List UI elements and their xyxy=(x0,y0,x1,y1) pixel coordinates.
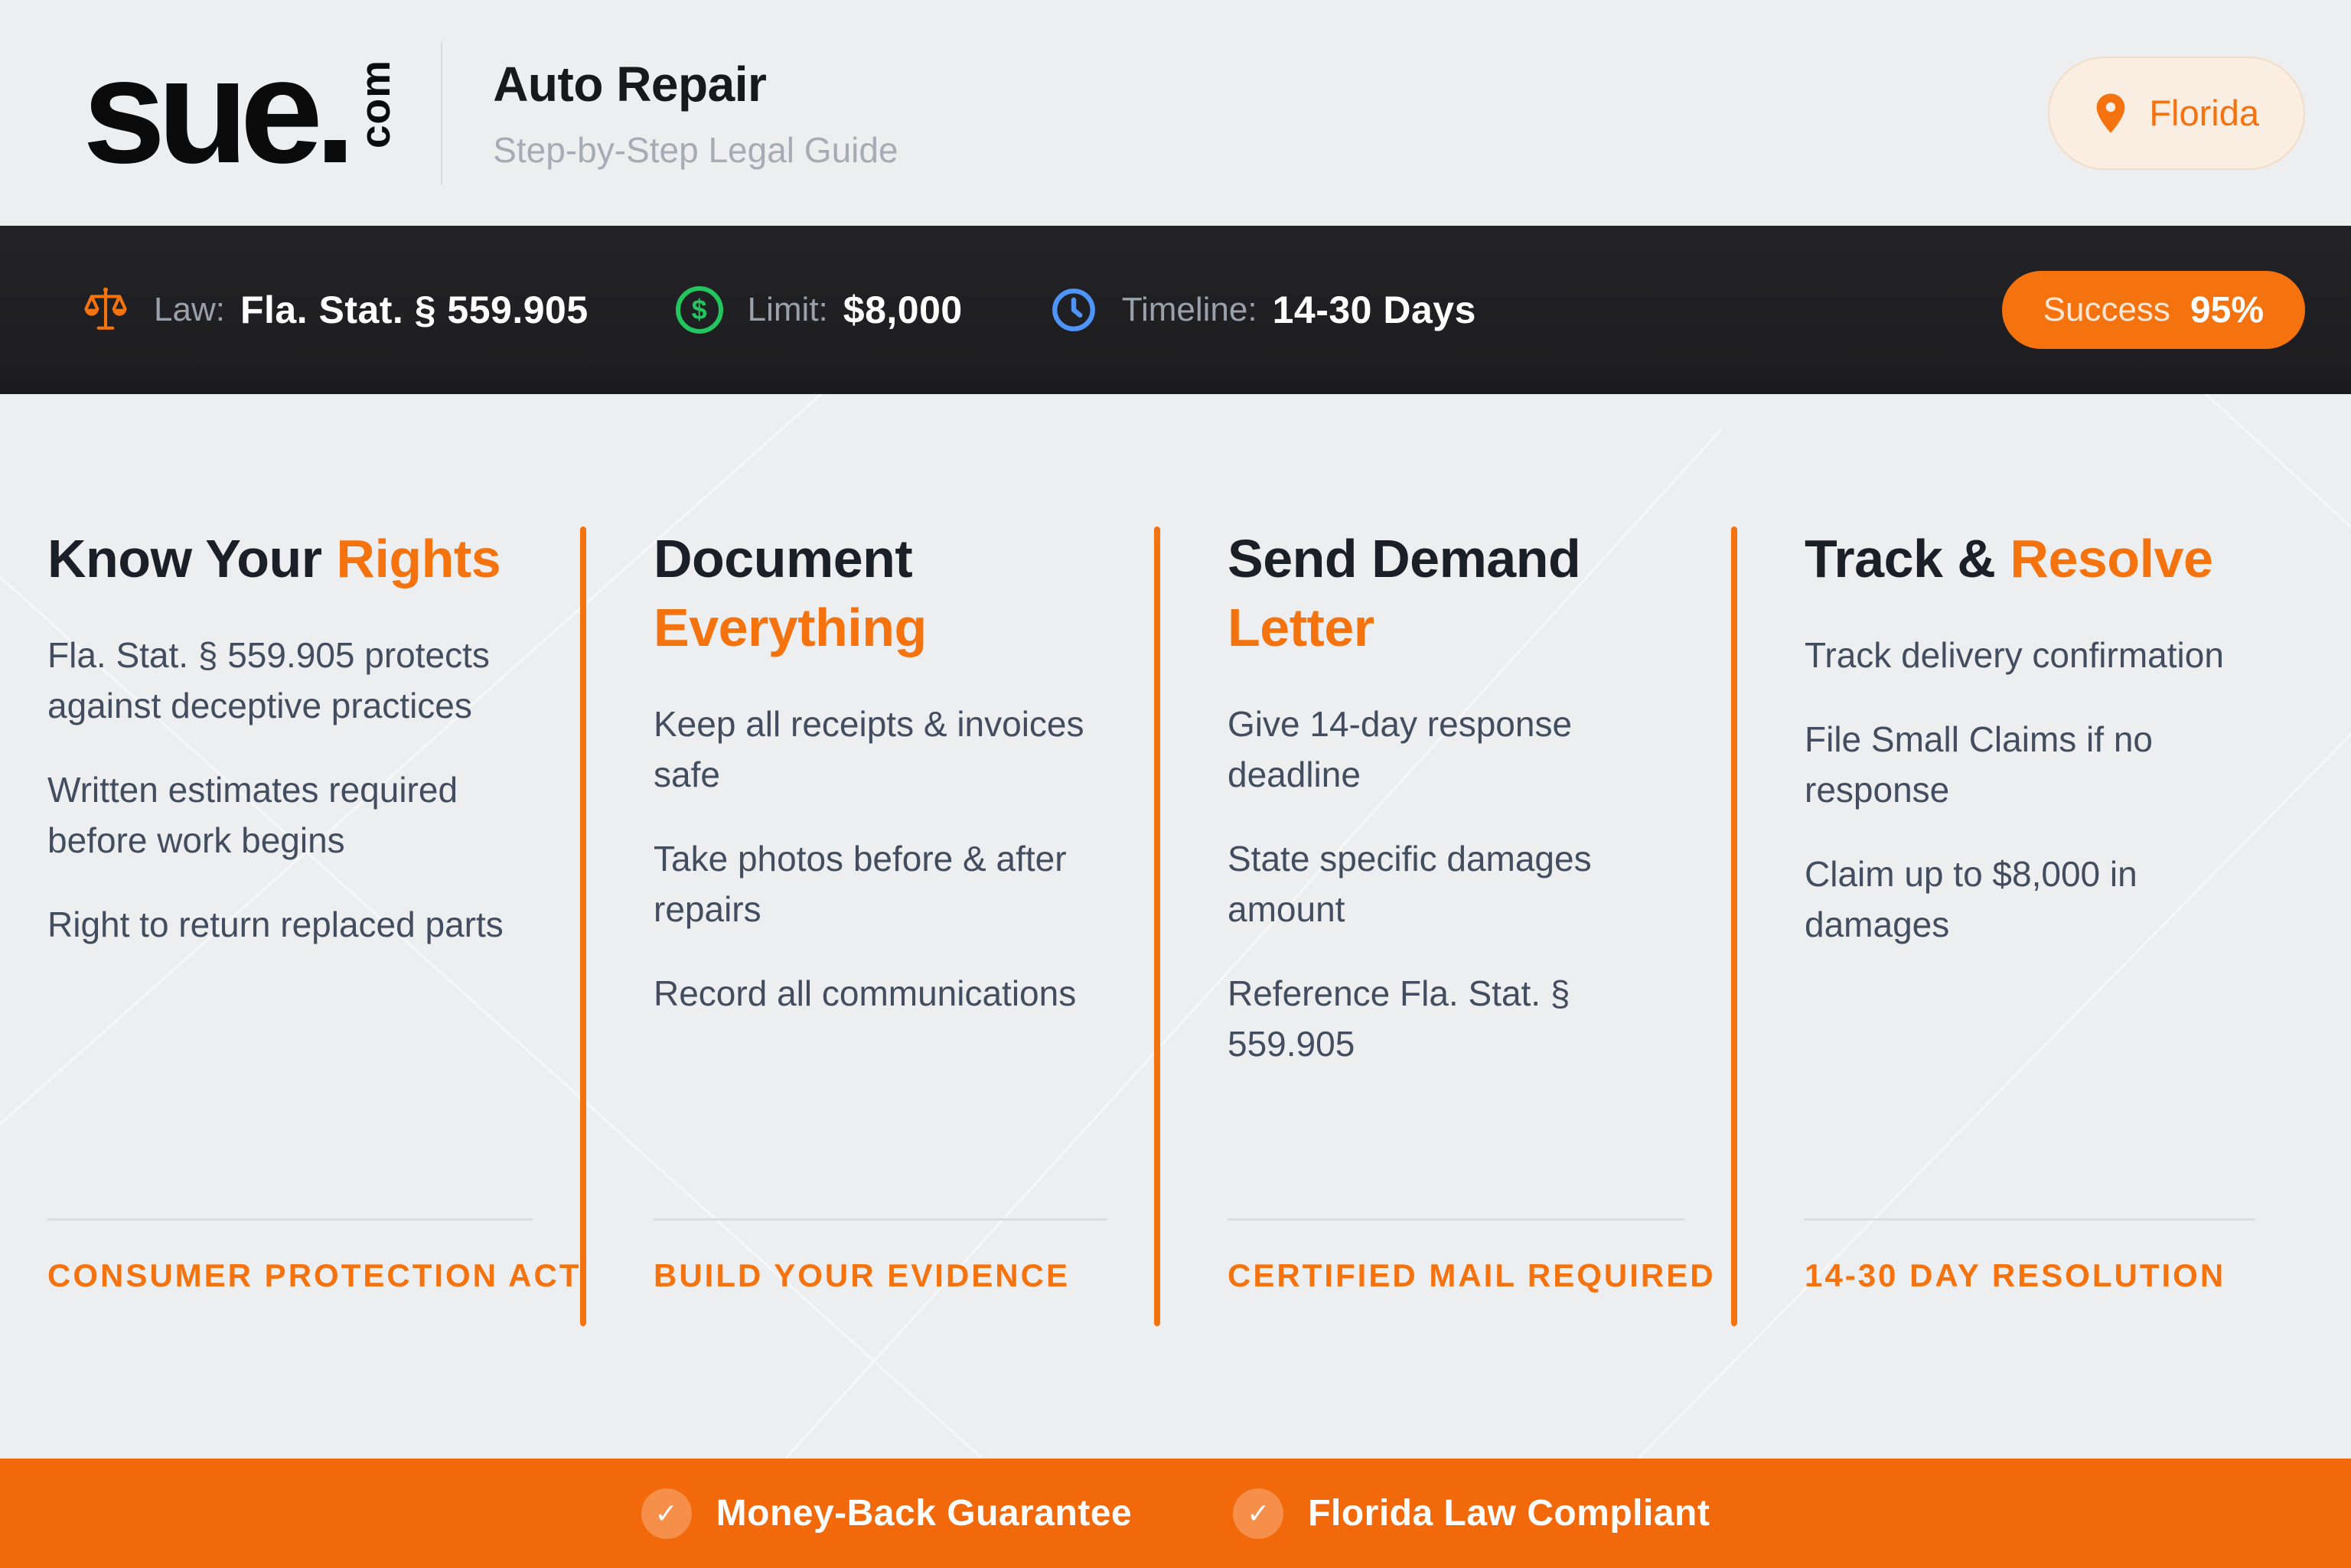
list-item: Written estimates required before work b… xyxy=(47,770,458,860)
limit-value: $8,000 xyxy=(843,288,963,331)
footer-guarantee-label: Money-Back Guarantee xyxy=(716,1493,1133,1534)
column-items: Fla. Stat. § 559.905 protects against de… xyxy=(47,630,583,950)
list-item: File Small Claims if no response xyxy=(1805,719,2153,810)
location-badge-label: Florida xyxy=(2149,93,2259,133)
column-title: Document Everything xyxy=(654,524,1157,662)
list-item: State specific damages amount xyxy=(1228,839,1592,929)
footer-rule xyxy=(47,1218,533,1221)
footer-compliance: ✓ Florida Law Compliant xyxy=(1233,1488,1710,1539)
column-title-accent: Everything xyxy=(654,598,927,657)
footer-rule xyxy=(1228,1218,1685,1221)
column-items: Track delivery confirmation File Small C… xyxy=(1805,630,2304,950)
column-items: Give 14-day response deadline State spec… xyxy=(1228,699,1734,1069)
footer-bar: ✓ Money-Back Guarantee ✓ Florida Law Com… xyxy=(0,1459,2351,1568)
dollar-icon: $ xyxy=(674,285,725,335)
column-send-demand-letter: Send Demand Letter Give 14-day response d… xyxy=(1154,394,1734,1459)
timeline-value: 14-30 Days xyxy=(1272,288,1476,331)
logo-com-vertical: com xyxy=(351,60,399,149)
success-badge-label: Success xyxy=(2043,291,2170,328)
stat-timeline: Timeline: 14-30 Days xyxy=(1048,285,1476,335)
column-footer-label: BUILD YOUR EVIDENCE xyxy=(654,1257,1070,1293)
list-item: Claim up to $8,000 in damages xyxy=(1805,854,2137,944)
column-title: Send Demand Letter xyxy=(1228,524,1734,662)
footer-rule xyxy=(1805,1218,2255,1221)
column-title: Track & Resolve xyxy=(1805,529,2213,588)
footer-guarantee: ✓ Money-Back Guarantee xyxy=(641,1488,1133,1539)
list-item: Take photos before & after repairs xyxy=(654,839,1067,929)
check-icon: ✓ xyxy=(641,1488,692,1539)
footer-compliance-label: Florida Law Compliant xyxy=(1308,1493,1710,1534)
list-item: Keep all receipts & invoices safe xyxy=(654,704,1084,794)
column-footer: 14-30 DAY RESOLUTION xyxy=(1805,1218,2273,1294)
footer-rule xyxy=(654,1218,1108,1221)
scales-icon xyxy=(80,285,131,335)
column-footer-label: 14-30 DAY RESOLUTION xyxy=(1805,1257,2226,1293)
column-title-accent: Resolve xyxy=(2010,529,2213,588)
column-items: Keep all receipts & invoices safe Take p… xyxy=(654,699,1157,1019)
column-title-accent: Rights xyxy=(336,529,501,588)
check-icon: ✓ xyxy=(1233,1488,1284,1539)
timeline-label: Timeline: xyxy=(1121,291,1257,328)
page-title: Auto Repair xyxy=(493,56,767,112)
column-document-everything: Document Everything Keep all receipts & i… xyxy=(580,394,1157,1459)
header: sue. com Auto Repair Step-by-Step Legal … xyxy=(0,0,2351,226)
list-item: Track delivery confirmation xyxy=(1805,635,2224,675)
column-footer-label: CERTIFIED MAIL REQUIRED xyxy=(1228,1257,1716,1293)
page-subtitle: Step-by-Step Legal Guide xyxy=(493,129,898,170)
clock-icon xyxy=(1048,285,1099,335)
stat-law: Law: Fla. Stat. § 559.905 xyxy=(80,285,589,335)
list-item: Reference Fla. Stat. § 559.905 xyxy=(1228,973,1570,1064)
column-footer: BUILD YOUR EVIDENCE xyxy=(654,1218,1127,1294)
column-footer-label: CONSUMER PROTECTION ACT xyxy=(47,1257,582,1293)
list-item: Fla. Stat. § 559.905 protects against de… xyxy=(47,635,490,725)
list-item: Right to return replaced parts xyxy=(47,905,504,944)
header-titles: Auto Repair Step-by-Step Legal Guide xyxy=(493,56,898,171)
law-value: Fla. Stat. § 559.905 xyxy=(240,288,589,331)
location-pin-icon xyxy=(2096,93,2125,133)
header-divider xyxy=(441,41,443,184)
column-footer: CERTIFIED MAIL REQUIRED xyxy=(1228,1218,1716,1294)
column-footer: CONSUMER PROTECTION ACT xyxy=(47,1218,582,1294)
column-title-accent: Letter xyxy=(1228,598,1374,657)
column-title: Know Your Rights xyxy=(47,529,501,588)
list-item: Give 14-day response deadline xyxy=(1228,704,1573,794)
column-track-resolve: Track & Resolve Track delivery confirmat… xyxy=(1731,394,2304,1459)
location-badge[interactable]: Florida xyxy=(2048,56,2305,170)
success-badge-value: 95% xyxy=(2190,289,2264,331)
stats-bar: Law: Fla. Stat. § 559.905 $ Limit: $8,00… xyxy=(0,226,2351,394)
sue-com-logo[interactable]: sue. com xyxy=(83,0,399,226)
limit-label: Limit: xyxy=(747,291,828,328)
list-item: Record all communications xyxy=(654,973,1077,1013)
success-badge: Success 95% xyxy=(2001,271,2305,349)
steps-columns: Know Your Rights Fla. Stat. § 559.905 pr… xyxy=(0,394,2351,1459)
stat-limit: $ Limit: $8,000 xyxy=(674,285,963,335)
column-know-your-rights: Know Your Rights Fla. Stat. § 559.905 pr… xyxy=(47,394,583,1459)
law-label: Law: xyxy=(154,291,225,328)
logo-text: sue. xyxy=(83,28,356,194)
